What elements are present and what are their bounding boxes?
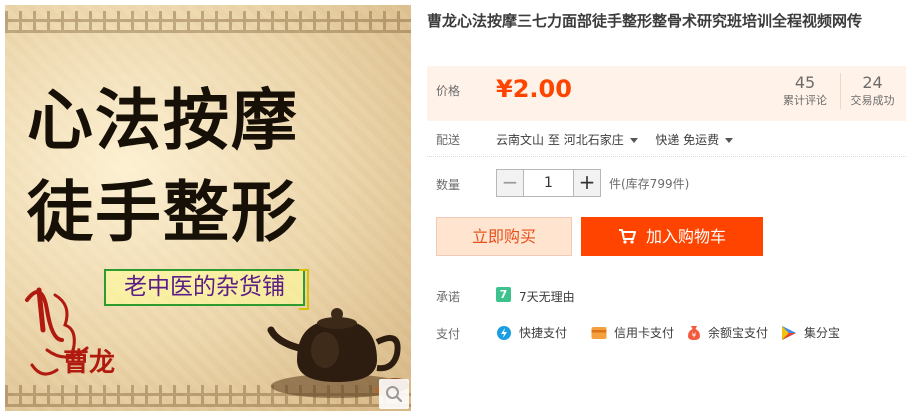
payment-method-credit-card[interactable]: 信用卡支付 <box>591 324 674 341</box>
payment-method-jifenbao[interactable]: 集分宝 <box>781 324 840 341</box>
shipping-label: 配送 <box>436 133 461 147</box>
shipping-destination: 河北石家庄 <box>563 133 624 147</box>
deals-stat: 24 交易成功 <box>840 73 904 109</box>
image-brand-name: 曹龙 <box>63 348 116 378</box>
divider <box>427 156 906 157</box>
quick-pay-icon <box>497 325 511 340</box>
quantity-label: 数量 <box>436 178 461 192</box>
payment-method-label: 信用卡支付 <box>614 326 675 340</box>
svg-text:¥: ¥ <box>692 331 697 339</box>
credit-card-icon <box>591 326 607 339</box>
quantity-increase-button[interactable]: + <box>573 169 601 197</box>
jifenbao-icon <box>782 325 796 340</box>
yuebao-icon: ¥ <box>688 325 700 340</box>
seven-day-return-icon: 7 <box>496 287 511 302</box>
reviews-count: 45 <box>794 73 816 92</box>
image-headline-line2: 徒手整形 <box>27 174 299 251</box>
price-label: 价格 <box>436 84 461 98</box>
promise-text[interactable]: 7天无理由 <box>519 288 575 305</box>
product-main-image[interactable]: 心法按摩 徒手整形 老中医的杂货铺 曹龙 <box>5 5 411 411</box>
payment-method-quick[interactable]: 快捷支付 <box>496 324 567 341</box>
shipping-destination-select[interactable]: 河北石家庄 <box>564 133 638 147</box>
decorative-border-top <box>5 11 411 33</box>
payment-label: 支付 <box>436 327 461 341</box>
chevron-down-icon <box>725 138 734 143</box>
shipping-method: 快递 免运费 <box>655 133 720 147</box>
zoom-button[interactable] <box>379 379 409 409</box>
stock-text: 件(库存799件) <box>609 177 690 191</box>
add-to-cart-label: 加入购物车 <box>645 227 726 246</box>
image-headline-line1: 心法按摩 <box>27 82 299 159</box>
reviews-stat[interactable]: 45 累计评论 <box>772 73 838 109</box>
quantity-stepper: − 1 + <box>496 169 601 197</box>
quantity-input[interactable]: 1 <box>524 169 573 197</box>
image-headline: 心法按摩 徒手整形 <box>27 75 397 259</box>
shipping-from: 云南文山 <box>496 133 545 147</box>
payment-method-label: 余额宝支付 <box>708 326 769 340</box>
payment-method-label: 集分宝 <box>804 326 841 340</box>
payment-method-yuebao[interactable]: ¥ 余额宝支付 <box>687 324 768 341</box>
price-value: ¥2.00 <box>496 75 572 103</box>
price-panel: 价格 ¥2.00 45 累计评论 24 交易成功 <box>427 66 906 121</box>
product-title: 曹龙心法按摩三七力面部徒手整形整骨术研究班培训全程视频网传 <box>427 12 863 30</box>
search-icon <box>386 386 403 403</box>
payment-method-label: 快捷支付 <box>519 326 568 340</box>
shipping-method-select[interactable]: 快递 免运费 <box>655 133 734 147</box>
reviews-label: 累计评论 <box>783 94 827 107</box>
shipping-to-word: 至 <box>547 133 560 147</box>
deals-count: 24 <box>862 73 883 92</box>
promise-label: 承诺 <box>436 290 461 304</box>
deals-label: 交易成功 <box>850 94 895 107</box>
chevron-down-icon <box>629 138 638 143</box>
add-to-cart-button[interactable]: 加入购物车 <box>581 217 763 256</box>
shipping-info: 云南文山 至 河北石家庄 快递 免运费 <box>496 131 734 148</box>
cart-icon <box>618 229 636 244</box>
buy-now-button[interactable]: 立即购买 <box>436 217 572 256</box>
quantity-decrease-button[interactable]: − <box>496 169 524 197</box>
